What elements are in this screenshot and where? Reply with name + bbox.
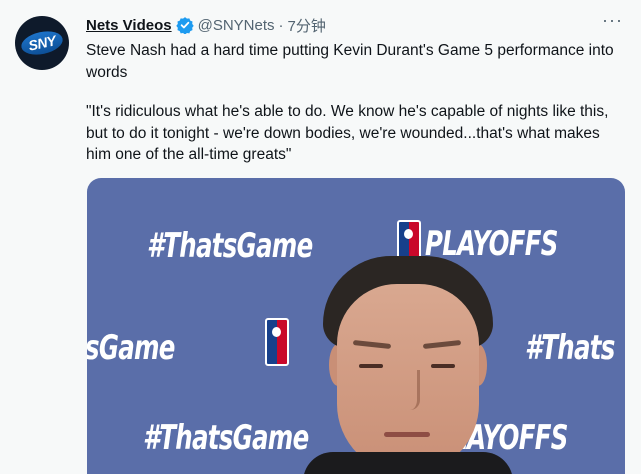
tweet-timestamp[interactable]: 7分钟 <box>288 15 326 36</box>
verified-badge-icon <box>175 17 194 34</box>
tweet-header: Nets Videos @SNYNets · 7分钟 <box>86 14 326 36</box>
tweet-card[interactable]: SNY Nets Videos @SNYNets · 7分钟 ··· Steve… <box>0 0 641 474</box>
author-handle[interactable]: @SNYNets <box>198 17 275 34</box>
backdrop-text: sGame <box>87 328 175 368</box>
separator-dot: · <box>278 16 284 34</box>
tweet-text: Steve Nash had a hard time putting Kevin… <box>86 40 626 166</box>
sny-logo: SNY <box>19 27 65 59</box>
backdrop-text: #ThatsGame <box>147 226 313 266</box>
avatar[interactable]: SNY <box>15 16 69 70</box>
speaker-figure <box>303 256 513 474</box>
nba-logo-icon <box>265 318 289 366</box>
backdrop-text: #ThatsGame <box>143 418 309 458</box>
tweet-paragraph-2: "It's ridiculous what he's able to do. W… <box>86 103 609 163</box>
shirt <box>303 452 513 474</box>
author-name[interactable]: Nets Videos <box>86 17 172 34</box>
video-thumbnail[interactable]: #ThatsGame PLAYOFFS sGame #Thats #ThatsG… <box>87 178 625 474</box>
more-options-icon[interactable]: ··· <box>602 10 623 31</box>
tweet-paragraph-1: Steve Nash had a hard time putting Kevin… <box>86 42 614 81</box>
face <box>337 284 479 474</box>
backdrop-text: #Thats <box>525 328 615 368</box>
